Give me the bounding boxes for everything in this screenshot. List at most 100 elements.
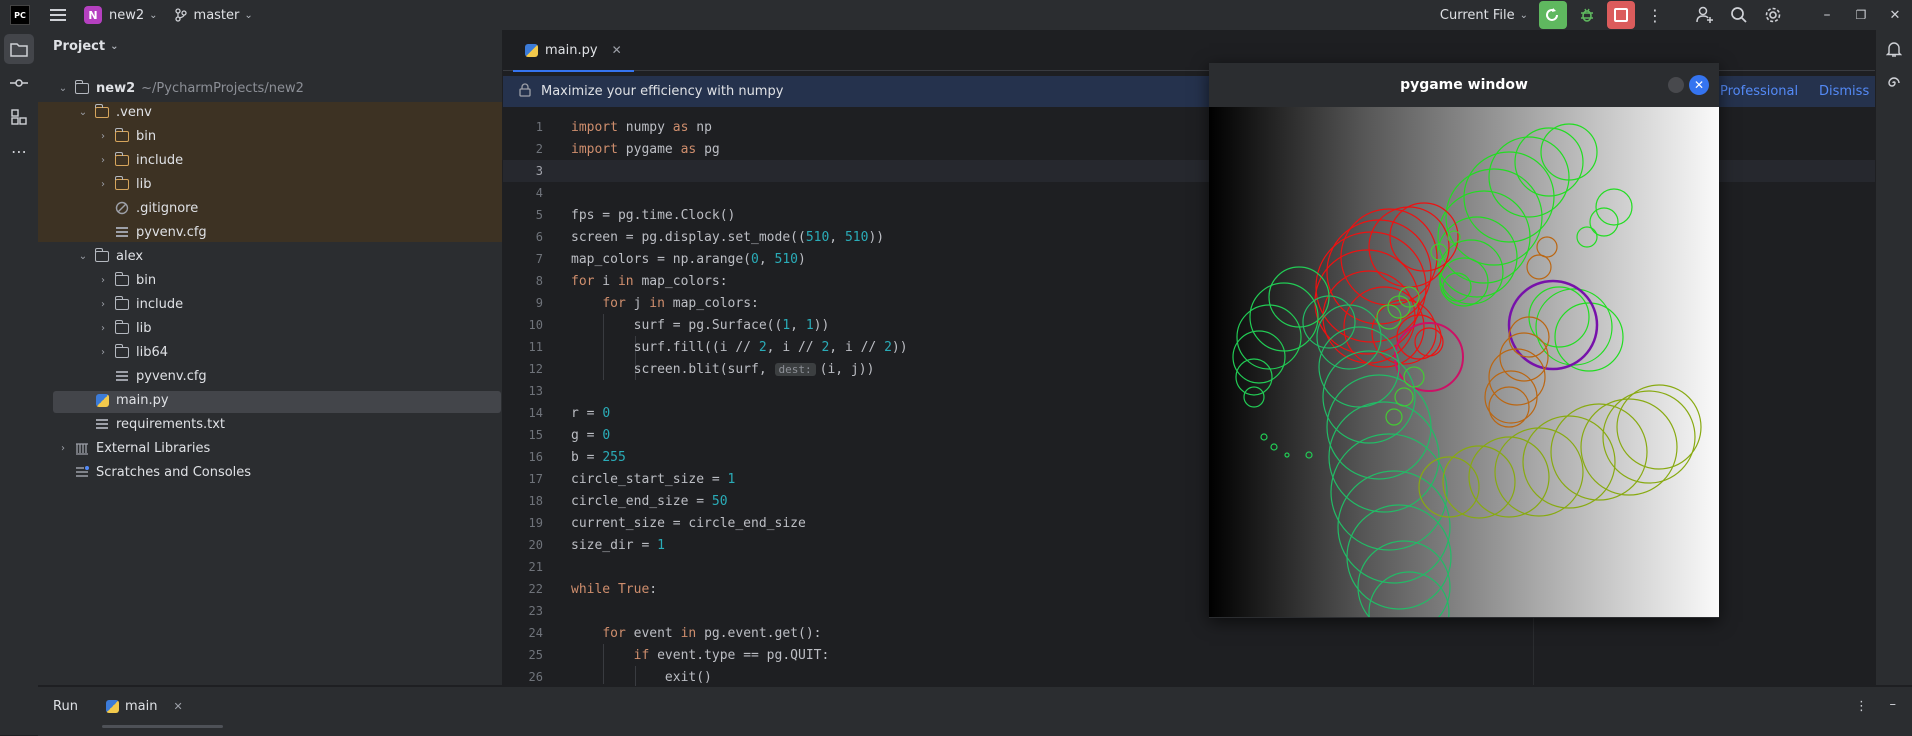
text-file-icon — [94, 417, 110, 431]
more-tools-button[interactable]: ⋯ — [4, 136, 34, 166]
run-tab-label: main — [125, 699, 158, 714]
python-file-icon — [94, 393, 110, 407]
settings-button[interactable] — [1756, 0, 1790, 30]
chevron-down-icon: ⌄ — [1519, 9, 1528, 21]
pygame-window-title: pygame window — [1400, 77, 1528, 93]
tree-item-alex-lib[interactable]: › lib — [42, 316, 548, 340]
main-menu-button[interactable] — [42, 0, 76, 30]
tree-item-label: requirements.txt — [116, 416, 226, 432]
tree-item-venv[interactable]: ⌄ .venv — [42, 100, 528, 124]
debug-button[interactable] — [1573, 1, 1601, 29]
tree-item-label: .venv — [116, 104, 152, 120]
folder-icon — [10, 43, 28, 57]
pygame-titlebar[interactable]: pygame window ✕ — [1209, 63, 1719, 107]
stop-icon — [1614, 8, 1628, 22]
branch-name: master — [193, 7, 240, 23]
tree-item-new2[interactable]: ⌄ new2 ~/PycharmProjects/new2 — [42, 76, 508, 100]
project-panel-title: Project — [53, 38, 106, 54]
tree-item-label: lib — [136, 176, 152, 192]
commit-tool-button[interactable] — [4, 68, 34, 98]
banner-dismiss-link[interactable]: Dismiss — [1819, 84, 1869, 99]
minimize-button[interactable] — [1668, 77, 1684, 93]
close-tab-icon[interactable]: ✕ — [612, 43, 622, 57]
tree-item-gitignore[interactable]: .gitignore — [42, 196, 566, 220]
chevron-down-icon: ⌄ — [110, 40, 119, 52]
tree-item-pyvenv-cfg[interactable]: pyvenv.cfg — [42, 220, 566, 244]
notifications-button[interactable] — [1879, 34, 1909, 64]
search-button[interactable] — [1722, 0, 1756, 30]
tree-item-requirements[interactable]: requirements.txt — [42, 412, 546, 436]
chevron-down-icon: ⌄ — [149, 9, 158, 21]
tree-item-label: External Libraries — [96, 440, 211, 456]
restore-window-button[interactable]: ❐ — [1844, 0, 1878, 30]
tree-item-scratches[interactable]: Scratches and Consoles — [42, 460, 526, 484]
add-user-icon — [1696, 6, 1713, 23]
symlink-folder-icon — [114, 343, 130, 359]
pygame-canvas[interactable] — [1209, 107, 1719, 653]
project-selector[interactable]: N new2 ⌄ — [76, 0, 166, 30]
project-name: new2 — [109, 7, 145, 23]
rerun-button[interactable] — [1539, 1, 1567, 29]
gear-icon — [1765, 7, 1781, 23]
tree-item-alex-bin[interactable]: › bin — [42, 268, 548, 292]
stop-button[interactable] — [1607, 1, 1635, 29]
commit-icon — [10, 79, 28, 87]
run-config-selector[interactable]: Current File ⌄ — [1432, 0, 1536, 30]
hide-panel-button[interactable]: – — [1890, 697, 1897, 712]
run-tool-window-bar: Run main ✕ ⋮ – — [38, 686, 1912, 736]
run-tab-underline — [102, 725, 223, 728]
close-tab-icon[interactable]: ✕ — [173, 700, 182, 713]
hamburger-icon — [50, 9, 66, 21]
code-line: 26 exit() — [528, 669, 712, 685]
tree-item-main-py[interactable]: main.py — [42, 388, 546, 412]
tree-item-label: .gitignore — [136, 200, 199, 216]
run-options-button[interactable]: ⋮ — [1855, 699, 1868, 714]
minimize-window-button[interactable]: – — [1810, 0, 1844, 30]
run-tab-main[interactable]: main ✕ — [106, 699, 183, 714]
structure-icon — [11, 109, 27, 125]
tree-item-alex[interactable]: ⌄ alex — [42, 244, 528, 268]
library-icon — [74, 441, 90, 455]
structure-tool-button[interactable] — [4, 102, 34, 132]
tree-item-alex-pyvenv-cfg[interactable]: pyvenv.cfg — [42, 364, 566, 388]
folder-icon — [114, 175, 130, 191]
pygame-window[interactable]: pygame window ✕ — [1209, 63, 1719, 653]
folder-icon — [114, 295, 130, 311]
tree-item-label: include — [136, 296, 184, 312]
python-file-icon — [525, 43, 538, 57]
more-vertical-icon: ⋮ — [1855, 699, 1868, 714]
tree-item-alex-include[interactable]: › include — [42, 292, 548, 316]
close-icon: ✕ — [1889, 7, 1901, 23]
chevron-right-icon: › — [101, 178, 105, 190]
tree-item-lib[interactable]: › lib — [42, 172, 548, 196]
tree-item-label: bin — [136, 272, 157, 288]
close-button[interactable]: ✕ — [1689, 75, 1709, 95]
chevron-down-icon: ⌄ — [78, 250, 88, 262]
tab-main-py[interactable]: main.py ✕ — [513, 30, 634, 72]
banner-professional-link[interactable]: Professional — [1720, 84, 1798, 99]
run-tool-label[interactable]: Run — [53, 699, 78, 714]
chevron-right-icon: › — [101, 346, 105, 358]
bug-icon — [1581, 8, 1593, 22]
more-actions-button[interactable]: ⋮ — [1638, 0, 1672, 30]
search-icon — [1731, 7, 1747, 23]
tree-item-alex-lib64[interactable]: › lib64 — [42, 340, 548, 364]
project-tool-button[interactable] — [4, 34, 34, 64]
folder-icon — [74, 79, 90, 95]
config-file-icon — [114, 225, 130, 239]
tree-item-external-libraries[interactable]: › External Libraries — [42, 436, 508, 460]
tree-item-bin[interactable]: › bin — [42, 124, 548, 148]
project-panel-header[interactable]: Project ⌄ — [38, 30, 502, 62]
folder-icon — [94, 247, 110, 263]
ai-assistant-button[interactable] — [1879, 68, 1909, 98]
add-user-button[interactable] — [1688, 0, 1722, 30]
tree-item-label: pyvenv.cfg — [136, 224, 207, 240]
title-bar: PC N new2 ⌄ master ⌄ Current File ⌄ ⋮ – … — [0, 0, 1912, 30]
more-horizontal-icon: ⋯ — [11, 141, 27, 161]
tree-item-include[interactable]: › include — [42, 148, 548, 172]
chevron-down-icon: ⌄ — [78, 106, 88, 118]
branch-selector[interactable]: master ⌄ — [166, 0, 261, 30]
close-window-button[interactable]: ✕ — [1878, 0, 1912, 30]
tree-item-label: lib — [136, 320, 152, 336]
minimize-icon: – — [1889, 697, 1897, 712]
